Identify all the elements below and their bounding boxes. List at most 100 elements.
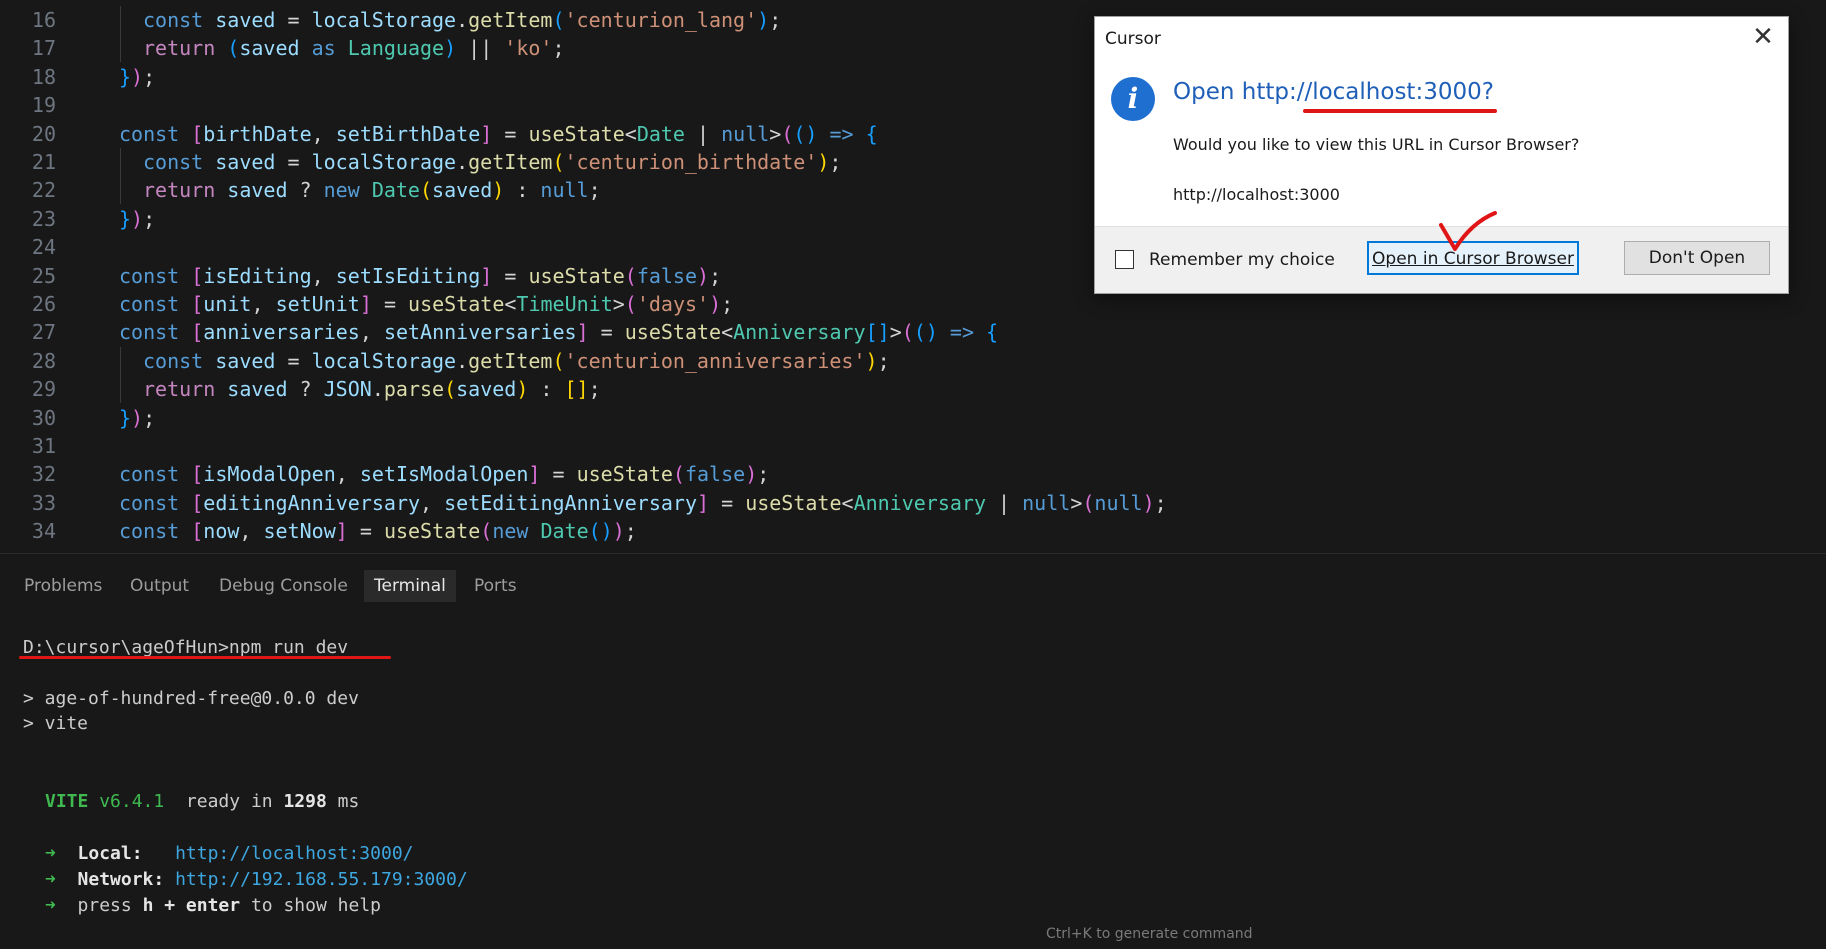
line-number: 26 bbox=[31, 292, 56, 316]
code-token: ; bbox=[721, 292, 734, 316]
code-line[interactable]: 26 const [unit, setUnit] = useState<TimeU… bbox=[0, 290, 1826, 318]
code-token: ( bbox=[901, 320, 914, 345]
code-token: ; bbox=[1154, 490, 1167, 515]
code-line[interactable]: 33 const [editingAnniversary, setEditingA… bbox=[0, 489, 1826, 517]
code-token: saved bbox=[227, 178, 288, 203]
code-token: > bbox=[612, 292, 625, 316]
code-text: return saved ? JSON.parse(saved) : []; bbox=[143, 375, 601, 403]
remember-choice-label[interactable]: Remember my choice bbox=[1149, 250, 1335, 270]
code-token: as bbox=[299, 36, 348, 61]
code-token: | bbox=[986, 490, 1023, 515]
line-number: 32 bbox=[31, 462, 56, 487]
code-token: > bbox=[1070, 490, 1083, 515]
code-token: ; bbox=[143, 64, 156, 89]
code-token: ; bbox=[588, 178, 601, 203]
ready-ms: 1298 bbox=[283, 791, 327, 812]
code-token: { bbox=[986, 320, 999, 345]
code-text: const [now, setNow] = useState(new Date(… bbox=[119, 517, 637, 545]
code-text: return saved ? new Date(saved) : null; bbox=[143, 176, 601, 204]
code-token: false bbox=[684, 462, 746, 487]
tab-output[interactable]: Output bbox=[120, 570, 199, 602]
panel-tabs: Problems Output Debug Console Terminal P… bbox=[0, 570, 1826, 604]
line-number: 30 bbox=[31, 405, 56, 430]
code-line[interactable]: 31 bbox=[0, 432, 1826, 460]
code-token: setIsModalOpen bbox=[359, 462, 529, 487]
code-line[interactable]: 28 const saved = localStorage.getItem('ce… bbox=[0, 346, 1826, 375]
code-token: [ bbox=[191, 462, 204, 487]
code-token: setNow bbox=[263, 519, 336, 544]
indent-guide bbox=[120, 34, 121, 63]
code-token: const bbox=[119, 320, 192, 345]
code-token: const bbox=[119, 462, 192, 487]
code-token: const bbox=[119, 263, 192, 288]
code-token: setAnniversaries bbox=[383, 320, 577, 345]
line-number: 18 bbox=[31, 64, 56, 89]
code-token: const bbox=[119, 519, 192, 544]
code-line[interactable]: 34 const [now, setNow] = useState(new Dat… bbox=[0, 517, 1826, 545]
annotation-underline-prompt bbox=[19, 656, 391, 659]
code-token: = bbox=[275, 150, 312, 174]
line-number: 17 bbox=[31, 36, 56, 61]
vite-version: v6.4.1 bbox=[99, 791, 165, 812]
code-token: [ bbox=[191, 263, 204, 288]
code-line[interactable]: 29 return saved ? JSON.parse(saved) : []; bbox=[0, 375, 1826, 404]
local-url-link[interactable]: http://localhost:3000/ bbox=[175, 843, 413, 864]
code-text: const saved = localStorage.getItem('cent… bbox=[143, 148, 841, 176]
code-token: [ bbox=[191, 292, 204, 316]
code-token: ] bbox=[480, 121, 493, 146]
code-token: false bbox=[636, 263, 698, 288]
code-token: null bbox=[540, 178, 589, 203]
code-token: localStorage bbox=[311, 8, 457, 32]
code-token: saved bbox=[456, 377, 517, 402]
ready-text: ready in bbox=[185, 791, 273, 812]
code-text: const [unit, setUnit] = useState<TimeUni… bbox=[119, 290, 733, 318]
bottom-panel: Problems Output Debug Console Terminal P… bbox=[0, 553, 1826, 949]
code-token: ] bbox=[576, 320, 589, 345]
code-token: . bbox=[456, 348, 469, 373]
close-icon[interactable]: ✕ bbox=[1746, 23, 1780, 53]
code-token: useState bbox=[576, 462, 673, 487]
code-token: 'centurion_anniversaries' bbox=[564, 348, 866, 373]
code-token: setIsEditing bbox=[335, 263, 481, 288]
code-token: ( bbox=[419, 178, 433, 203]
code-token: | bbox=[684, 121, 722, 146]
code-line[interactable]: 30}); bbox=[0, 404, 1826, 432]
open-url-dialog: Cursor ✕ i Open http://localhost:3000? W… bbox=[1094, 16, 1789, 294]
code-token: 'centurion_lang' bbox=[564, 8, 758, 32]
tab-problems[interactable]: Problems bbox=[14, 570, 112, 602]
tab-terminal[interactable]: Terminal bbox=[364, 570, 456, 602]
tab-debug-console[interactable]: Debug Console bbox=[209, 570, 358, 602]
code-token: Language bbox=[347, 36, 445, 61]
remember-choice-checkbox[interactable] bbox=[1115, 250, 1134, 269]
code-token: ; bbox=[552, 36, 565, 61]
annotation-checkmark-icon bbox=[1439, 211, 1497, 251]
network-url-link[interactable]: http://192.168.55.179:3000/ bbox=[175, 869, 468, 890]
code-line[interactable]: 32 const [isModalOpen, setIsModalOpen] = … bbox=[0, 460, 1826, 488]
code-token: ; bbox=[829, 150, 842, 174]
code-token: = bbox=[492, 263, 529, 288]
code-token: const bbox=[119, 121, 192, 146]
code-token: , bbox=[251, 292, 276, 316]
code-text: const [editingAnniversary, setEditingAnn… bbox=[119, 489, 1167, 517]
code-token: ( bbox=[552, 150, 565, 174]
code-text: const [isEditing, setIsEditing] = useSta… bbox=[119, 262, 721, 290]
code-token: , bbox=[311, 121, 336, 146]
code-token: > bbox=[889, 320, 902, 345]
code-token: ( bbox=[1082, 490, 1095, 515]
code-token: ] bbox=[480, 263, 493, 288]
code-token: new bbox=[323, 178, 372, 203]
arrow-icon: ➜ bbox=[45, 869, 56, 890]
line-number: 31 bbox=[31, 434, 56, 458]
code-token: localStorage bbox=[311, 150, 457, 174]
code-token: getItem bbox=[468, 150, 553, 174]
code-token: saved bbox=[227, 377, 288, 402]
code-line[interactable]: 27 const [anniversaries, setAnniversaries… bbox=[0, 318, 1826, 346]
dont-open-button[interactable]: Don't Open bbox=[1624, 241, 1770, 275]
code-token: = bbox=[347, 519, 384, 544]
tab-ports[interactable]: Ports bbox=[464, 570, 527, 602]
code-token: localStorage bbox=[311, 348, 457, 373]
code-token: const bbox=[119, 490, 192, 515]
code-token: return bbox=[143, 36, 228, 61]
code-text: }); bbox=[119, 205, 155, 233]
code-token: ) bbox=[709, 292, 722, 316]
